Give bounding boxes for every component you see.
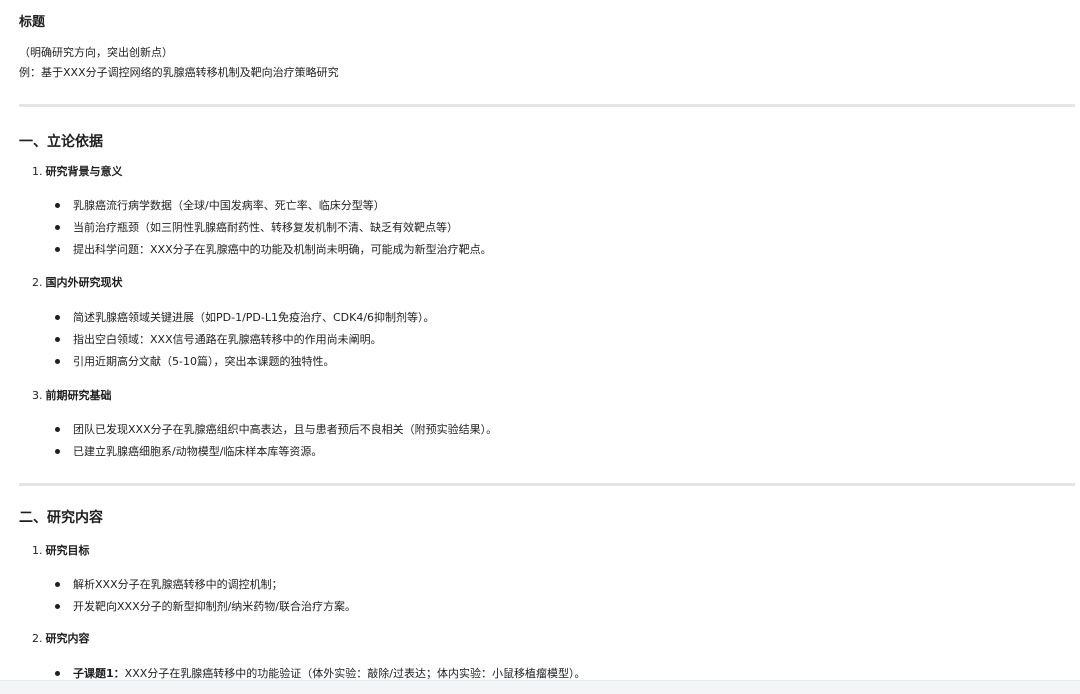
list-item: 当前治疗瓶颈（如三阴性乳腺癌耐药性、转移复发机制不清、缺乏有效靶点等） bbox=[55, 220, 458, 236]
list-item-label: 子课题1： bbox=[73, 667, 125, 680]
title-hint: （明确研究方向，突出创新点） bbox=[19, 46, 173, 59]
bullet-icon bbox=[55, 358, 60, 364]
list-item-text: 解析XXX分子在乳腺癌转移中的调控机制； bbox=[73, 578, 283, 591]
list-item-text: 开发靶向XXX分子的新型抑制剂/纳米药物/联合治疗方案。 bbox=[73, 600, 357, 613]
list-item-text: 提出科学问题：XXX分子在乳腺癌中的功能及机制尚未明确，可能成为新型治疗靶点。 bbox=[73, 243, 492, 256]
subsection-number: 3. bbox=[32, 389, 43, 402]
subsection-heading-status: 2. 国内外研究现状 bbox=[32, 275, 123, 291]
list-item-text: 团队已发现XXX分子在乳腺癌组织中高表达，且与患者预后不良相关（附预实验结果）。 bbox=[73, 423, 498, 436]
subsection-number: 2. bbox=[32, 632, 43, 645]
bullet-icon bbox=[55, 246, 60, 252]
section-heading-2: 二、研究内容 bbox=[19, 510, 103, 526]
document-title: 标题 bbox=[19, 15, 46, 30]
bullet-icon bbox=[55, 224, 60, 230]
list-item: 指出空白领域：XXX信号通路在乳腺癌转移中的作用尚未阐明。 bbox=[55, 332, 382, 348]
list-item: 提出科学问题：XXX分子在乳腺癌中的功能及机制尚未明确，可能成为新型治疗靶点。 bbox=[55, 242, 492, 258]
subsection-heading-background: 1. 研究背景与意义 bbox=[32, 164, 123, 180]
subsection-title: 研究目标 bbox=[45, 544, 90, 557]
list-item: 引用近期高分文献（5-10篇），突出本课题的独特性。 bbox=[55, 354, 334, 370]
subsection-title: 研究内容 bbox=[45, 632, 90, 645]
bullet-icon bbox=[55, 603, 60, 609]
subsection-title: 前期研究基础 bbox=[45, 389, 112, 402]
subsection-heading-content: 2. 研究内容 bbox=[32, 631, 90, 647]
section-heading-1: 一、立论依据 bbox=[19, 134, 103, 150]
subsection-title: 国内外研究现状 bbox=[45, 276, 123, 289]
subsection-heading-goals: 1. 研究目标 bbox=[32, 543, 90, 559]
subsection-number: 1. bbox=[32, 544, 43, 557]
list-item: 开发靶向XXX分子的新型抑制剂/纳米药物/联合治疗方案。 bbox=[55, 599, 356, 615]
list-item-text: 指出空白领域：XXX信号通路在乳腺癌转移中的作用尚未阐明。 bbox=[73, 333, 382, 346]
list-item: 已建立乳腺癌细胞系/动物模型/临床样本库等资源。 bbox=[55, 444, 322, 460]
list-item: 解析XXX分子在乳腺癌转移中的调控机制； bbox=[55, 577, 283, 593]
bullet-icon bbox=[55, 670, 60, 676]
list-item: 简述乳腺癌领域关键进展（如PD-1/PD-L1免疫治疗、CDK4/6抑制剂等）。 bbox=[55, 310, 435, 326]
document-page: 标题 （明确研究方向，突出创新点） 例：基于XXX分子调控网络的乳腺癌转移机制及… bbox=[0, 0, 1080, 694]
list-item: 乳腺癌流行病学数据（全球/中国发病率、死亡率、临床分型等） bbox=[55, 198, 385, 214]
bullet-icon bbox=[55, 448, 60, 454]
subsection-number: 2. bbox=[32, 276, 43, 289]
bullet-icon bbox=[55, 314, 60, 320]
subsection-title: 研究背景与意义 bbox=[45, 165, 123, 178]
bottom-input-bar[interactable] bbox=[0, 680, 1080, 694]
section-divider bbox=[19, 104, 1075, 107]
subsection-number: 1. bbox=[32, 165, 43, 178]
bullet-icon bbox=[55, 336, 60, 342]
list-item-text: 乳腺癌流行病学数据（全球/中国发病率、死亡率、临床分型等） bbox=[73, 199, 385, 212]
section-divider bbox=[19, 483, 1075, 486]
list-item-text: XXX分子在乳腺癌转移中的功能验证（体外实验：敲除/过表达；体内实验：小鼠移植瘤… bbox=[124, 667, 586, 680]
bullet-icon bbox=[55, 202, 60, 208]
list-item-text: 引用近期高分文献（5-10篇），突出本课题的独特性。 bbox=[73, 355, 335, 368]
list-item-text: 已建立乳腺癌细胞系/动物模型/临床样本库等资源。 bbox=[73, 445, 323, 458]
title-example: 例：基于XXX分子调控网络的乳腺癌转移机制及靶向治疗策略研究 bbox=[19, 66, 339, 79]
list-item: 团队已发现XXX分子在乳腺癌组织中高表达，且与患者预后不良相关（附预实验结果）。 bbox=[55, 422, 497, 438]
bullet-icon bbox=[55, 426, 60, 432]
list-item-text: 当前治疗瓶颈（如三阴性乳腺癌耐药性、转移复发机制不清、缺乏有效靶点等） bbox=[73, 221, 458, 234]
bullet-icon bbox=[55, 581, 60, 587]
list-item-text: 简述乳腺癌领域关键进展（如PD-1/PD-L1免疫治疗、CDK4/6抑制剂等）。 bbox=[73, 311, 435, 324]
subsection-heading-foundation: 3. 前期研究基础 bbox=[32, 388, 112, 404]
